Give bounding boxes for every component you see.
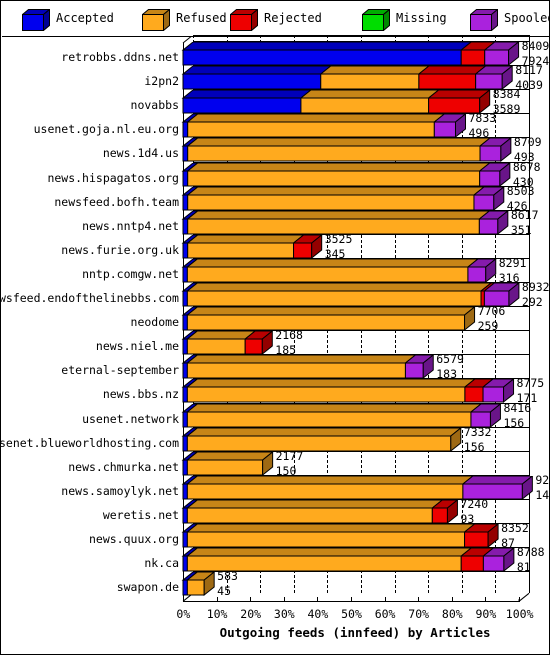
xtick-label-0pct: 0%: [176, 607, 191, 622]
legend-refused-cube-icon: [141, 8, 171, 32]
bar-value-secondary: 45: [217, 584, 232, 599]
xtick-label-20pct: 20%: [240, 607, 262, 622]
bar-value-total: 8117: [515, 63, 543, 78]
legend-accepted-cube-icon: [21, 8, 51, 32]
legend-missing-label: Missing: [396, 11, 447, 25]
bar-value-total: 9287: [535, 472, 550, 487]
bar-value-total: 8416: [503, 400, 532, 415]
bar-value-total: 8932: [521, 280, 550, 294]
xtick-label-10pct: 10%: [206, 607, 228, 622]
bar-value-total: 8409: [521, 39, 550, 53]
legend-refused-label: Refused: [176, 11, 227, 25]
bar-value-total: 8617: [510, 207, 539, 222]
bar-value-total: 583: [217, 569, 238, 584]
chart-window: Accepted Refused Rejected Missing Spooled 0%…: [0, 0, 550, 655]
bar-value-total: 8678: [512, 159, 541, 174]
bar-value-total: 7240: [460, 496, 489, 511]
bar-value-total: 7706: [477, 304, 506, 319]
chart-plot-area: 0% 10% 20% 30% 40% 50% 60% 70% 80% 90% 100% Outgoin…: [1, 35, 550, 654]
plot-top-axis: [193, 35, 529, 36]
legend-spooled-cube-icon: [469, 8, 499, 32]
bar-value-total: 8291: [498, 255, 527, 270]
legend-rejected-cube-icon: [229, 8, 259, 32]
chart-legend: Accepted Refused Rejected Missing Spooled: [2, 2, 550, 37]
xtick-label-30pct: 30%: [273, 607, 295, 622]
xtick-label-40pct: 40%: [307, 607, 329, 622]
bar-value-total: 8709: [513, 135, 542, 150]
legend-missing-cube-icon: [361, 8, 391, 32]
bar-value-total: 8352: [501, 521, 529, 535]
bar-value-total: 8775: [516, 376, 545, 391]
legend-spooled-label: Spooled: [504, 11, 550, 25]
bar-value-total: 7332: [463, 424, 492, 439]
bar-value-total: 7833: [468, 111, 497, 126]
bar-value-total: 8384: [492, 87, 521, 102]
chart-title: Outgoing feeds (innfeed) by Articles: [219, 625, 491, 641]
legend-accepted-label: Accepted: [56, 11, 114, 25]
xtick-label-70pct: 70%: [408, 607, 430, 622]
bar-value-total: 2177: [275, 448, 304, 463]
bar-value-total: 3525: [324, 231, 353, 246]
xtick-label-90pct: 90%: [475, 607, 497, 622]
xtick-label-100pct: 100%: [505, 607, 534, 622]
bar-row[interactable]: [1, 572, 550, 599]
bar-value-total: 6579: [436, 352, 464, 367]
xtick-label-60pct: 60%: [374, 607, 396, 622]
bar-value-total: 8503: [506, 183, 535, 198]
bar-value-total: 8788: [516, 545, 545, 560]
bar-value-total: 2168: [275, 328, 303, 343]
xtick-label-50pct: 50%: [341, 607, 362, 622]
xtick-label-80pct: 80%: [441, 607, 463, 622]
legend-rejected-label: Rejected: [264, 11, 322, 25]
